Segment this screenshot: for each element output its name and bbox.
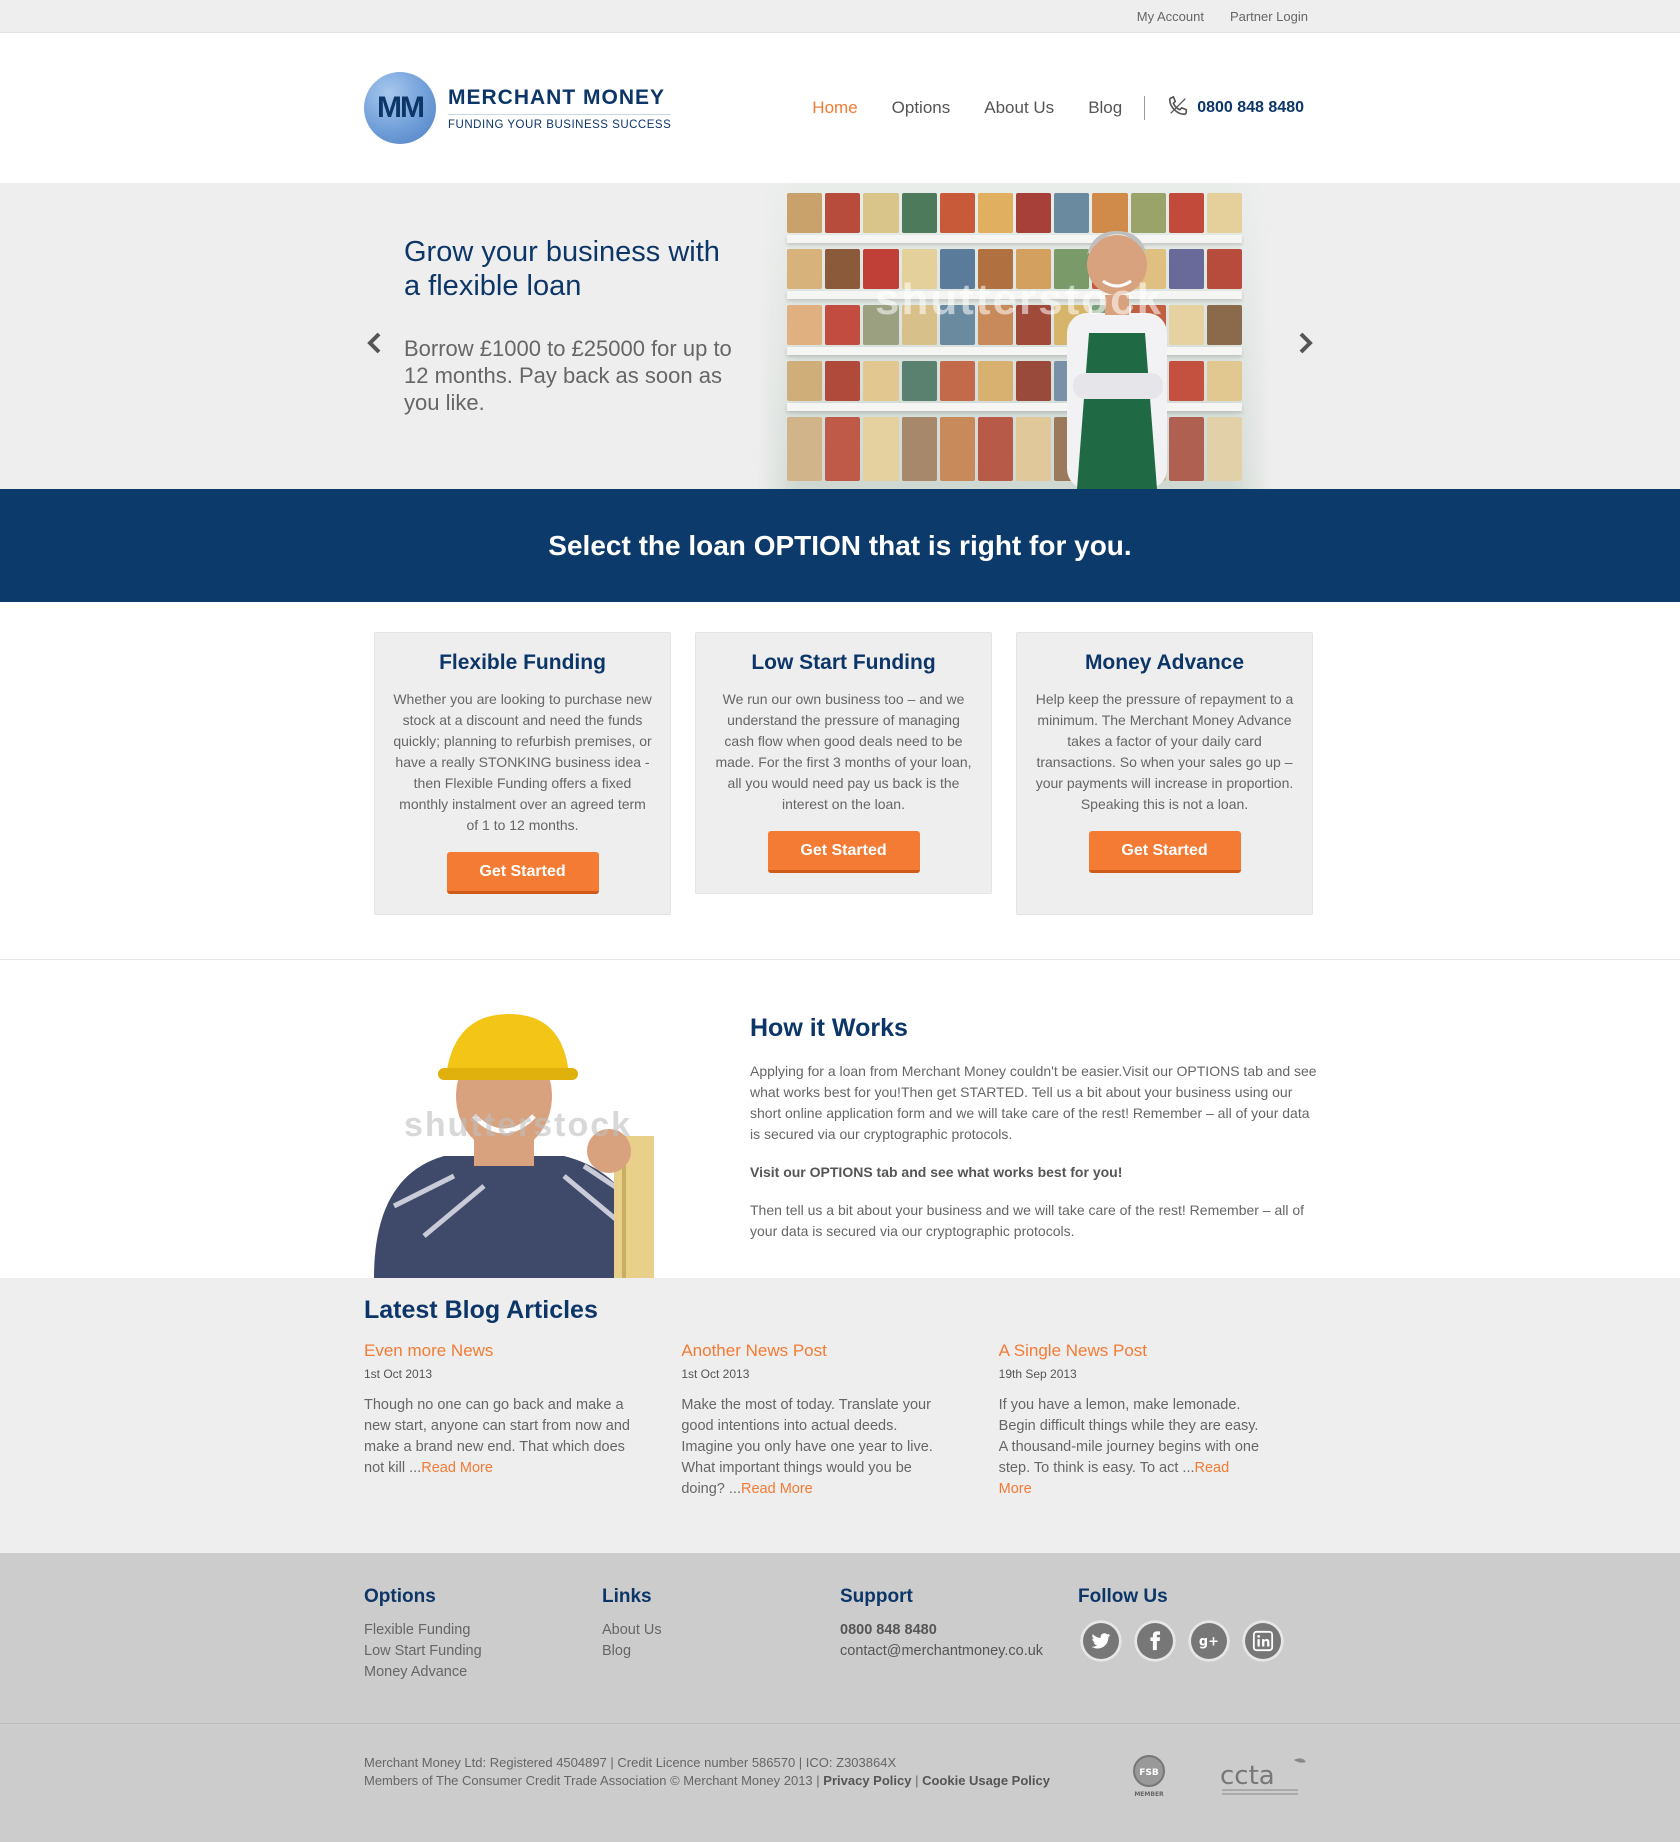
- options-banner-text: Select the loan OPTION that is right for…: [548, 529, 1132, 561]
- option-card-flexible-funding: Flexible Funding Whether you are looking…: [374, 632, 671, 915]
- privacy-policy-link[interactable]: Privacy Policy: [823, 1773, 911, 1788]
- footer-link-blog[interactable]: Blog: [602, 1641, 840, 1662]
- footer-heading: Links: [602, 1586, 652, 1607]
- footer-link-money-advance[interactable]: Money Advance: [364, 1662, 602, 1683]
- logo-tagline: FUNDING YOUR BUSINESS SUCCESS: [448, 113, 672, 131]
- how-it-works-highlight: Visit our OPTIONS tab and see what works…: [750, 1164, 1123, 1180]
- how-it-works: shutterstock How it Works Applying for a…: [0, 960, 1680, 1278]
- option-body: Help keep the pressure of repayment to a…: [1035, 691, 1294, 791]
- worker-watermark: shutterstock: [404, 1106, 633, 1144]
- slider-prev-button[interactable]: [364, 331, 384, 355]
- svg-text:g+: g+: [1199, 1635, 1219, 1650]
- logo[interactable]: MM MERCHANT MONEY FUNDING YOUR BUSINESS …: [364, 72, 672, 144]
- cookie-policy-link[interactable]: Cookie Usage Policy: [922, 1773, 1050, 1788]
- option-card-money-advance: Money Advance Help keep the pressure of …: [1016, 632, 1313, 915]
- footer-heading: Support: [840, 1586, 913, 1607]
- read-more-link[interactable]: Read More: [741, 1481, 813, 1497]
- how-it-works-text: How it Works Applying for a loan from Me…: [750, 1014, 1320, 1259]
- logo-name: MERCHANT MONEY: [448, 85, 665, 109]
- footer-link-about-us[interactable]: About Us: [602, 1620, 840, 1641]
- option-body: We run our own business too – and we und…: [715, 691, 972, 812]
- facebook-icon[interactable]: [1134, 1620, 1176, 1662]
- option-title: Money Advance: [1084, 651, 1245, 674]
- shopkeeper-illustration: [1067, 231, 1167, 489]
- top-utility-bar: My Account Partner Login: [0, 0, 1680, 33]
- ccta-badge: ccta: [1220, 1758, 1306, 1795]
- footer-link-low-start-funding[interactable]: Low Start Funding: [364, 1641, 602, 1662]
- blog-post-title[interactable]: Another News Post: [681, 1341, 948, 1361]
- get-started-button[interactable]: Get Started: [1088, 831, 1241, 873]
- site-footer: Options Flexible Funding Low Start Fundi…: [0, 1554, 1680, 1724]
- linkedin-icon[interactable]: [1242, 1620, 1284, 1662]
- chevron-left-icon: [367, 332, 381, 354]
- nav-options[interactable]: Options: [892, 98, 951, 118]
- blog-post-date: 1st Oct 2013: [364, 1367, 433, 1381]
- support-email[interactable]: contact@merchantmoney.co.uk: [840, 1641, 1078, 1662]
- phone-icon: [1167, 95, 1189, 122]
- option-note: Speaking this is not a loan.: [1080, 796, 1249, 812]
- option-card-low-start-funding: Low Start Funding We run our own busines…: [695, 632, 992, 894]
- legal-text: Merchant Money Ltd: Registered 4504897 |…: [364, 1754, 1050, 1790]
- hero-image: shutterstock: [757, 183, 1272, 489]
- how-it-works-paragraph: Then tell us a bit about your business a…: [750, 1202, 1305, 1239]
- get-started-button[interactable]: Get Started: [446, 852, 599, 894]
- my-account-link[interactable]: My Account: [1137, 9, 1204, 24]
- blog-post-title[interactable]: Even more News: [364, 1341, 631, 1361]
- header-phone[interactable]: 0800 848 8480: [1167, 95, 1304, 122]
- options-banner: Select the loan OPTION that is right for…: [0, 489, 1680, 602]
- site-header: MM MERCHANT MONEY FUNDING YOUR BUSINESS …: [0, 33, 1680, 183]
- blog-post-excerpt: Though no one can go back and make a new…: [364, 1397, 630, 1476]
- partner-login-link[interactable]: Partner Login: [1230, 9, 1308, 24]
- legal-line-1: Merchant Money Ltd: Registered 4504897 |…: [364, 1755, 897, 1770]
- hero-slider: Grow your business with a flexible loan …: [0, 183, 1680, 489]
- read-more-link[interactable]: Read More: [421, 1460, 493, 1476]
- svg-text:ccta: ccta: [1220, 1761, 1275, 1791]
- footer-heading: Follow Us: [1078, 1586, 1168, 1607]
- hero-title: Grow your business with a flexible loan: [404, 236, 720, 302]
- blog-post: A Single News Post 19th Sep 2013 If you …: [999, 1341, 1316, 1500]
- hero-watermark: shutterstock: [875, 275, 1164, 324]
- how-it-works-title: How it Works: [750, 1014, 908, 1042]
- svg-text:FSB: FSB: [1139, 1768, 1159, 1778]
- footer-heading: Options: [364, 1586, 436, 1607]
- get-started-button[interactable]: Get Started: [767, 831, 920, 873]
- hero-text: Grow your business with a flexible loan …: [404, 235, 744, 416]
- hero-subtitle: Borrow £1000 to £25000 for up to 12 mont…: [404, 336, 732, 415]
- blog-post-excerpt: If you have a lemon, make lemonade. Begi…: [998, 1397, 1260, 1497]
- chevron-right-icon: [1299, 332, 1313, 354]
- latest-blog-articles: Latest Blog Articles Even more News 1st …: [0, 1278, 1680, 1554]
- blog-post-excerpt: Make the most of today. Translate your g…: [681, 1397, 933, 1497]
- nav-home[interactable]: Home: [812, 98, 857, 118]
- google-plus-icon[interactable]: g+: [1188, 1620, 1230, 1662]
- footer-link-flexible-funding[interactable]: Flexible Funding: [364, 1620, 602, 1641]
- option-body: Whether you are looking to purchase new …: [393, 691, 652, 833]
- footer-follow-us: Follow Us g+: [1078, 1586, 1316, 1683]
- blog-section-title: Latest Blog Articles: [364, 1296, 598, 1324]
- nav-about-us[interactable]: About Us: [984, 98, 1054, 118]
- logo-mark: MM: [364, 72, 436, 144]
- support-phone[interactable]: 0800 848 8480: [840, 1620, 1078, 1641]
- slider-next-button[interactable]: [1296, 331, 1316, 355]
- blog-post-title[interactable]: A Single News Post: [999, 1341, 1266, 1361]
- twitter-icon[interactable]: [1080, 1620, 1122, 1662]
- main-nav: Home Options About Us Blog 0800 848 8480: [812, 95, 1304, 122]
- legal-line-2: Members of The Consumer Credit Trade Ass…: [364, 1773, 1050, 1788]
- header-phone-number: 0800 848 8480: [1197, 99, 1304, 116]
- legal-bar: Merchant Money Ltd: Registered 4504897 |…: [0, 1724, 1680, 1842]
- footer-options: Options Flexible Funding Low Start Fundi…: [364, 1586, 602, 1683]
- blog-post-date: 1st Oct 2013: [681, 1367, 750, 1381]
- blog-post: Even more News 1st Oct 2013 Though no on…: [364, 1341, 681, 1500]
- fsb-member-badge: FSB MEMBER: [1133, 1755, 1165, 1798]
- how-it-works-paragraph: Applying for a loan from Merchant Money …: [750, 1063, 1317, 1142]
- nav-divider: [1144, 96, 1146, 120]
- nav-blog[interactable]: Blog: [1088, 98, 1122, 118]
- blog-post-date: 19th Sep 2013: [998, 1367, 1077, 1381]
- footer-links: Links About Us Blog: [602, 1586, 840, 1683]
- option-title: Flexible Funding: [439, 651, 606, 674]
- footer-support: Support 0800 848 8480 contact@merchantmo…: [840, 1586, 1078, 1683]
- blog-post: Another News Post 1st Oct 2013 Make the …: [681, 1341, 998, 1500]
- loan-options: Flexible Funding Whether you are looking…: [0, 602, 1680, 960]
- option-title: Low Start Funding: [751, 651, 936, 674]
- svg-text:MEMBER: MEMBER: [1134, 1791, 1164, 1798]
